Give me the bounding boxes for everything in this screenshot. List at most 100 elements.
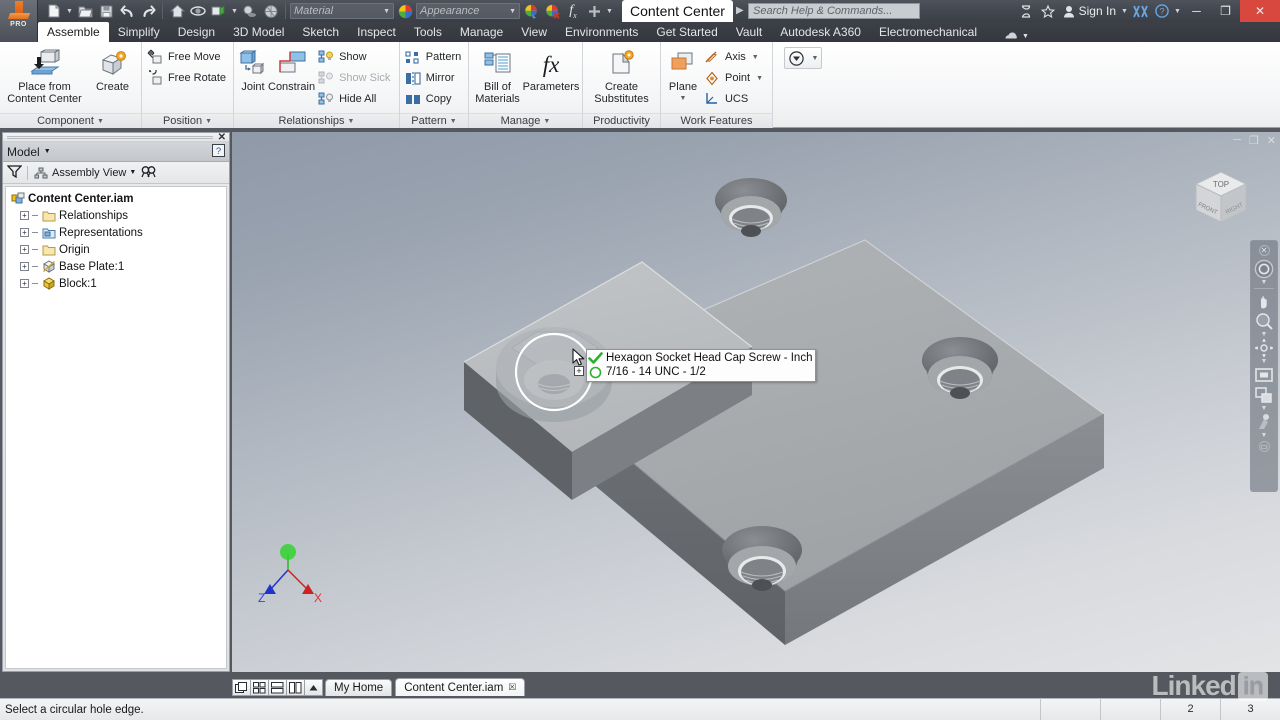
ribbon-tab-tools[interactable]: Tools (405, 22, 451, 42)
constrain-button[interactable]: Constrain (268, 45, 315, 93)
ribbon-tab-sketch[interactable]: Sketch (293, 22, 348, 42)
viewport-restore-button[interactable]: ❐ (1249, 134, 1259, 147)
work-plane-caret-icon[interactable]: ▼ (680, 93, 687, 105)
panel-label-manage[interactable]: Manage ▼ (469, 113, 582, 128)
parameters-button[interactable]: fx Parameters (523, 45, 580, 93)
tree-expand-icon[interactable]: + (20, 245, 29, 254)
navbar-close-icon[interactable]: ✕ (1258, 245, 1270, 256)
scroll-up-icon[interactable] (304, 679, 323, 696)
show-sick-button[interactable]: Show Sick (315, 68, 395, 88)
ucs-button[interactable]: UCS (701, 89, 768, 109)
home-view-button[interactable] (167, 1, 187, 21)
work-point-button[interactable]: Point ▼ (701, 68, 768, 88)
point-cloud-caret-icon[interactable]: ▼ (1261, 432, 1268, 439)
viewport-close-button[interactable]: ✕ (1267, 134, 1276, 147)
sign-in-caret-icon[interactable]: ▼ (1120, 8, 1129, 15)
save-document-button[interactable] (96, 1, 116, 21)
material-browser-icon[interactable] (395, 1, 415, 21)
ground-shadow-button[interactable] (261, 1, 281, 21)
favorites-star-icon[interactable] (1037, 1, 1059, 21)
ribbon-overflow-menu[interactable]: ▼ (986, 31, 1029, 42)
undo-button[interactable] (117, 1, 137, 21)
tree-expand-icon[interactable]: + (20, 262, 29, 271)
orbit-button[interactable] (188, 1, 208, 21)
orbit-icon[interactable] (1253, 338, 1275, 358)
convert-button[interactable]: ▼ (783, 47, 823, 69)
help-search-hourglass-icon[interactable] (1015, 1, 1037, 21)
3d-viewport[interactable]: TOP FRONT RIGHT ─ ❐ ✕ ✕ ▼ ▼ ▼ ▼ ▼ ▭ Z X … (232, 132, 1280, 672)
find-icon[interactable] (141, 165, 157, 181)
appearance-caret-icon[interactable]: ▼ (509, 8, 516, 15)
exchange-apps-icon[interactable] (1129, 1, 1151, 21)
panel-label-position[interactable]: Position ▼ (142, 113, 233, 128)
ribbon-tab-design[interactable]: Design (169, 22, 224, 42)
point-cloud-icon[interactable] (1253, 412, 1275, 432)
help-caret-icon[interactable]: ▼ (1173, 8, 1182, 15)
tree-expand-icon[interactable]: + (20, 228, 29, 237)
new-document-caret-icon[interactable]: ▼ (65, 8, 74, 15)
joint-button[interactable]: Joint (238, 45, 268, 93)
view-cube[interactable]: TOP FRONT RIGHT (1182, 162, 1260, 234)
create-component-button[interactable]: Create (90, 45, 136, 93)
show-all-caret-icon[interactable]: ▼ (1261, 405, 1268, 412)
application-menu-button[interactable]: PRO (0, 0, 38, 42)
steering-wheel-icon[interactable] (1253, 259, 1275, 279)
tree-node-origin[interactable]: + Origin (8, 241, 224, 258)
panel-dropdown-icon-position[interactable]: ▼ (205, 118, 212, 125)
work-point-caret-icon[interactable]: ▼ (756, 75, 763, 82)
tree-expand-icon[interactable]: + (20, 211, 29, 220)
window-minimize-button[interactable]: ─ (1182, 0, 1211, 22)
work-axis-caret-icon[interactable]: ▼ (752, 54, 759, 61)
hide-all-button[interactable]: Hide All (315, 89, 395, 109)
convert-caret-icon[interactable]: ▼ (812, 55, 819, 62)
navbar-options-icon[interactable]: ▭ (1258, 441, 1270, 452)
sign-in-button[interactable]: Sign In (1059, 4, 1120, 18)
cascade-windows-icon[interactable] (232, 679, 251, 696)
panel-label-relationships[interactable]: Relationships ▼ (234, 113, 399, 128)
qat-overflow-caret-icon[interactable]: ▼ (605, 8, 614, 15)
tree-node-base-plate-1[interactable]: + Base Plate:1 (8, 258, 224, 275)
tree-node-representations[interactable]: + Representations (8, 224, 224, 241)
tree-node-relationships[interactable]: + Relationships (8, 207, 224, 224)
ribbon-tab-environments[interactable]: Environments (556, 22, 647, 42)
panel-dropdown-icon-manage[interactable]: ▼ (543, 118, 550, 125)
zoom-caret-icon[interactable]: ▼ (1261, 331, 1268, 338)
browser-title-caret-icon[interactable]: ▼ (44, 148, 51, 155)
orbit-caret-icon[interactable]: ▼ (1261, 358, 1268, 365)
window-close-button[interactable]: ✕ (1240, 0, 1280, 22)
tile-horizontal-icon[interactable] (268, 679, 287, 696)
ribbon-tab-inspect[interactable]: Inspect (348, 22, 405, 42)
browser-help-icon[interactable]: ? (212, 143, 225, 160)
redo-button[interactable] (138, 1, 158, 21)
help-icon[interactable]: ? (1151, 1, 1173, 21)
browser-drag-grip[interactable]: ✕ (3, 132, 229, 143)
ribbon-tab-view[interactable]: View (512, 22, 556, 42)
open-document-button[interactable] (75, 1, 95, 21)
ribbon-tab-simplify[interactable]: Simplify (109, 22, 169, 42)
tree-node-block-1[interactable]: + Block:1 (8, 275, 224, 292)
panel-label-work-features[interactable]: Work Features (661, 113, 772, 128)
free-move-button[interactable]: Free Move (144, 47, 231, 67)
copy-button[interactable]: Copy (402, 89, 466, 109)
visual-style-caret-icon[interactable]: ▼ (230, 8, 239, 15)
material-selector[interactable]: Material ▼ (290, 3, 394, 19)
ribbon-tab-manage[interactable]: Manage (451, 22, 512, 42)
window-restore-button[interactable]: ❐ (1211, 0, 1240, 22)
work-axis-button[interactable]: Axis ▼ (701, 47, 768, 67)
pattern-button[interactable]: Pattern (402, 47, 466, 67)
ribbon-tab-vault[interactable]: Vault (727, 22, 771, 42)
tile-vertical-icon[interactable] (286, 679, 305, 696)
pan-icon[interactable] (1253, 291, 1275, 311)
customize-qat-plus-icon[interactable] (584, 1, 604, 21)
tree-expand-icon[interactable]: + (20, 279, 29, 288)
assembly-view-selector[interactable]: Assembly View ▼ (33, 166, 136, 180)
place-from-content-center-button[interactable]: Place from Content Center (6, 45, 84, 105)
ribbon-tab-electromechanical[interactable]: Electromechanical (870, 22, 986, 42)
work-plane-button[interactable]: Plane ▼ (665, 45, 701, 105)
search-help-input[interactable]: Search Help & Commands... (748, 3, 920, 19)
appearance-selector[interactable]: Appearance ▼ (416, 3, 520, 19)
tree-node-content-center-iam[interactable]: Content Center.iam (8, 190, 224, 207)
clear-appearance-icon[interactable] (542, 1, 562, 21)
assembly-view-caret-icon[interactable]: ▼ (129, 169, 136, 176)
bill-of-materials-button[interactable]: Bill of Materials (473, 45, 522, 105)
